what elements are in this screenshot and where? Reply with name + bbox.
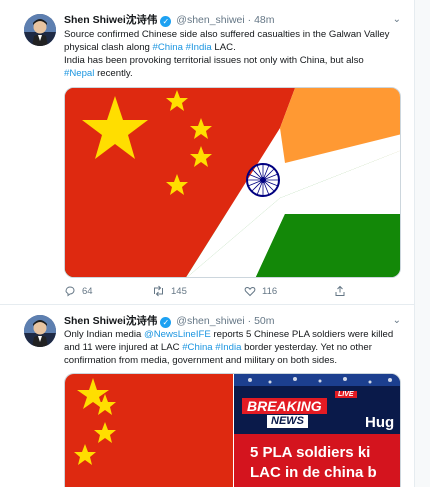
headline-line2: LAC in de china b <box>250 464 377 481</box>
tweet-image-grid[interactable]: LIVE BREAKING NEWS Hug 5 PLA soldiers ki… <box>64 373 401 487</box>
heart-icon <box>244 286 256 297</box>
reply-icon <box>65 286 75 297</box>
chevron-down-icon[interactable]: ⌄ <box>393 313 401 329</box>
headline-line1: 5 PLA soldiers ki <box>250 444 371 461</box>
hashtag-link[interactable]: #India <box>215 342 241 353</box>
share-icon <box>335 285 345 296</box>
hashtag-link[interactable]: #India <box>186 42 212 53</box>
text-line: #Nepal recently. <box>64 67 403 80</box>
author-name[interactable]: Shen Shiwei沈诗伟 <box>64 315 157 327</box>
retweet-icon <box>154 285 163 297</box>
news-label: NEWS <box>267 415 308 428</box>
retweet-button[interactable]: 145 <box>152 283 187 301</box>
tweet-image[interactable] <box>64 87 401 278</box>
chevron-down-icon[interactable]: ⌄ <box>393 12 401 28</box>
tweet-time[interactable]: 48m <box>254 14 274 26</box>
tweet-text: Source confirmed Chinese side also suffe… <box>64 28 403 80</box>
tweet[interactable]: Shen Shiwei沈诗伟 ✓ @shen_shiwei · 48m ⌄ Sou… <box>0 0 415 305</box>
scrollbar-track[interactable] <box>415 0 430 487</box>
like-button[interactable]: 116 <box>244 283 277 301</box>
reply-button[interactable]: 64 <box>64 283 93 301</box>
separator: · <box>247 315 252 327</box>
avatar[interactable] <box>24 315 56 347</box>
breaking-label: BREAKING <box>242 398 327 414</box>
headline-partial: Hug <box>365 414 395 431</box>
separator: · <box>247 14 252 26</box>
hashtag-link[interactable]: #Nepal <box>64 68 94 79</box>
text-line: India has been provoking territorial iss… <box>64 55 364 66</box>
tweet-header: Shen Shiwei沈诗伟 ✓ @shen_shiwei · 50m ⌄ <box>64 313 401 329</box>
text-line: confirmation from media, government and … <box>64 355 338 366</box>
text-line: physical clash along #China #India LAC. <box>64 41 403 54</box>
author-handle[interactable]: @shen_shiwei <box>176 14 244 26</box>
hashtag-link[interactable]: #China <box>153 42 183 53</box>
retweet-count: 145 <box>171 286 187 297</box>
tweet-header: Shen Shiwei沈诗伟 ✓ @shen_shiwei · 48m ⌄ <box>64 12 401 28</box>
text-line: and 11 were injured at LAC #China #India… <box>64 341 403 354</box>
text-segment: reports 5 Chinese PLA soldiers were kill… <box>210 329 394 340</box>
tweet-actions: 64 145 116 <box>64 283 364 301</box>
like-count: 116 <box>262 286 278 297</box>
text-line: Source confirmed Chinese side also suffe… <box>64 29 390 40</box>
tweet-text: Only Indian media @NewsLineIFE reports 5… <box>64 328 403 367</box>
author-handle[interactable]: @shen_shiwei <box>176 315 244 327</box>
verified-badge-icon: ✓ <box>160 317 172 328</box>
china-india-flag-image <box>65 88 400 277</box>
hashtag-link[interactable]: #China <box>182 342 212 353</box>
text-segment: Only Indian media <box>64 329 144 340</box>
author-name[interactable]: Shen Shiwei沈诗伟 <box>64 14 157 26</box>
timeline-column: Shen Shiwei沈诗伟 ✓ @shen_shiwei · 48m ⌄ Sou… <box>0 0 415 487</box>
share-button[interactable] <box>334 283 352 301</box>
verified-badge-icon: ✓ <box>160 16 172 27</box>
reply-count: 64 <box>82 286 93 297</box>
avatar[interactable] <box>24 14 56 46</box>
text-segment: LAC. <box>211 42 236 53</box>
text-line: Only Indian media @NewsLineIFE reports 5… <box>64 328 403 341</box>
text-segment: recently. <box>94 68 133 79</box>
text-segment: and 11 were injured at LAC <box>64 342 183 353</box>
tweet[interactable]: Shen Shiwei沈诗伟 ✓ @shen_shiwei · 50m ⌄ Onl… <box>0 305 415 487</box>
live-badge: LIVE <box>335 391 357 398</box>
mention-link[interactable]: @NewsLineIFE <box>144 329 211 340</box>
text-segment: border yesterday. Yet no other <box>241 342 372 353</box>
text-segment: physical clash along <box>64 42 153 53</box>
tweet-time[interactable]: 50m <box>254 315 274 327</box>
